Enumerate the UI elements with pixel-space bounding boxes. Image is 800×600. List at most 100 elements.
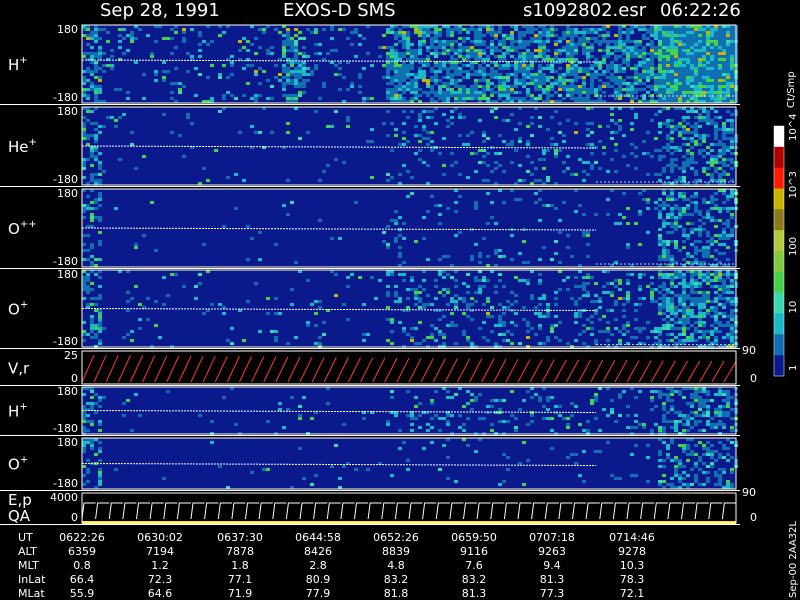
count-cell [610, 85, 614, 88]
count-cell [346, 88, 350, 91]
count-cell [430, 116, 434, 119]
count-cell [618, 414, 622, 417]
count-cell [478, 279, 482, 282]
count-cell [710, 31, 714, 34]
count-cell [482, 131, 486, 134]
count-cell [398, 58, 402, 61]
count-cell [498, 67, 502, 70]
count-cell [82, 411, 86, 414]
count-cell [174, 273, 178, 276]
count-cell [210, 420, 214, 423]
count-cell [486, 58, 490, 61]
count-cell [686, 73, 690, 76]
count-cell [658, 273, 662, 276]
count-cell [690, 333, 694, 336]
count-cell [430, 110, 434, 113]
count-cell [670, 285, 674, 288]
count-cell [450, 276, 454, 279]
count-cell [678, 339, 682, 342]
count-cell [162, 276, 166, 279]
count-cell [642, 46, 646, 49]
count-cell [94, 216, 98, 219]
count-cell [718, 288, 722, 291]
count-cell [726, 333, 730, 336]
count-cell [518, 462, 522, 465]
count-cell [666, 213, 670, 216]
count-cell [530, 161, 534, 164]
count-cell [414, 134, 418, 137]
count-cell [674, 276, 678, 279]
count-cell [398, 429, 402, 432]
count-cell [466, 73, 470, 76]
count-cell [626, 414, 630, 417]
count-cell [542, 405, 546, 408]
count-cell [706, 255, 710, 258]
count-cell [530, 28, 534, 31]
count-cell [622, 58, 626, 61]
count-cell [182, 37, 186, 40]
count-cell [570, 94, 574, 97]
count-cell [678, 318, 682, 321]
count-cell [714, 170, 718, 173]
count-cell [626, 85, 630, 88]
count-cell [290, 43, 294, 46]
count-cell [606, 67, 610, 70]
count-cell [626, 40, 630, 43]
count-cell [694, 285, 698, 288]
count-cell [670, 192, 674, 195]
count-cell [674, 294, 678, 297]
count-cell [670, 333, 674, 336]
count-cell [314, 312, 318, 315]
count-cell [582, 31, 586, 34]
count-cell [506, 49, 510, 52]
count-cell [134, 285, 138, 288]
count-cell [382, 76, 386, 79]
count-cell [666, 411, 670, 414]
count-cell [458, 49, 462, 52]
count-cell [390, 149, 394, 152]
count-cell [610, 294, 614, 297]
count-cell [562, 279, 566, 282]
count-cell [590, 64, 594, 67]
count-cell [82, 137, 86, 140]
count-cell [714, 297, 718, 300]
count-cell [502, 333, 506, 336]
count-cell [546, 97, 550, 100]
count-cell [638, 423, 642, 426]
count-cell [486, 279, 490, 282]
count-cell [654, 73, 658, 76]
count-cell [562, 73, 566, 76]
count-cell [690, 324, 694, 327]
count-cell [674, 49, 678, 52]
count-cell [618, 279, 622, 282]
count-cell [722, 131, 726, 134]
count-cell [658, 110, 662, 113]
count-cell [570, 85, 574, 88]
count-cell [418, 49, 422, 52]
count-cell [90, 61, 94, 64]
count-cell [466, 444, 470, 447]
count-cell [650, 67, 654, 70]
count-cell [590, 46, 594, 49]
count-cell [410, 79, 414, 82]
count-cell [82, 249, 86, 252]
count-cell [342, 28, 346, 31]
count-cell [462, 116, 466, 119]
count-cell [566, 58, 570, 61]
count-cell [430, 131, 434, 134]
count-cell [690, 79, 694, 82]
count-cell [434, 31, 438, 34]
count-cell [538, 31, 542, 34]
count-cell [386, 339, 390, 342]
count-cell [210, 97, 214, 100]
count-cell [398, 297, 402, 300]
count-cell [630, 85, 634, 88]
count-cell [270, 131, 274, 134]
count-cell [194, 67, 198, 70]
count-cell [598, 64, 602, 67]
count-cell [418, 119, 422, 122]
count-cell [270, 330, 274, 333]
count-cell [634, 474, 638, 477]
panel-species-label: V,r [8, 360, 30, 378]
count-cell [594, 282, 598, 285]
